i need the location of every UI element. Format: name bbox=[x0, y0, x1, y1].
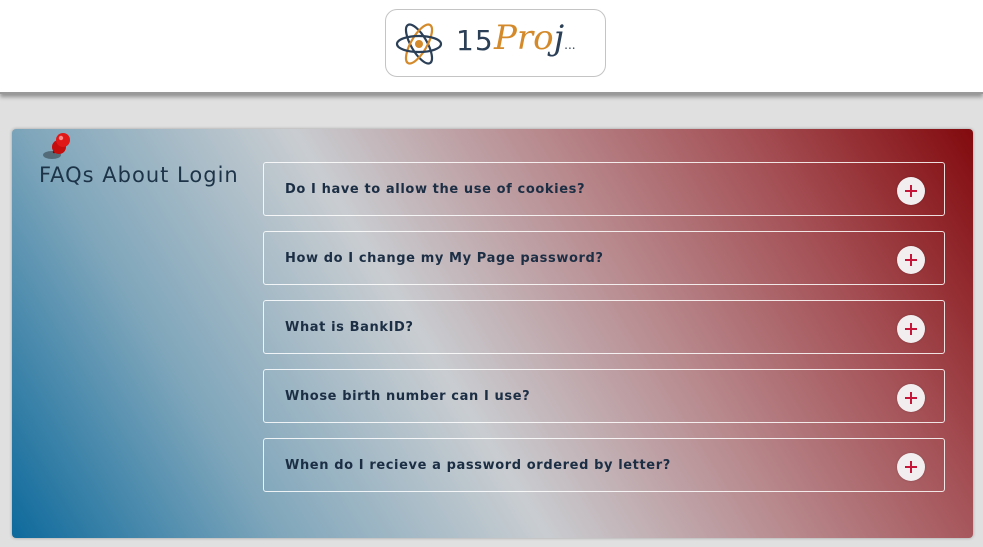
faq-item-birth-number[interactable]: Whose birth number can I use? bbox=[263, 369, 945, 423]
faq-item-cookies[interactable]: Do I have to allow the use of cookies? bbox=[263, 162, 945, 216]
faq-item-change-password[interactable]: How do I change my My Page password? bbox=[263, 231, 945, 285]
faq-card: FAQs About Login Do I have to allow the … bbox=[12, 129, 973, 538]
brand-suffix: ... bbox=[564, 38, 576, 52]
brand-logo[interactable]: 15 Proj... bbox=[385, 9, 606, 77]
brand-word-part2: j bbox=[553, 18, 565, 58]
plus-icon[interactable] bbox=[897, 453, 925, 481]
atom-icon bbox=[395, 23, 443, 65]
plus-icon[interactable] bbox=[897, 177, 925, 205]
faq-question: Do I have to allow the use of cookies? bbox=[285, 182, 586, 197]
faq-question: Whose birth number can I use? bbox=[285, 389, 531, 404]
faq-item-password-letter[interactable]: When do I recieve a password ordered by … bbox=[263, 438, 945, 492]
faq-question: When do I recieve a password ordered by … bbox=[285, 458, 671, 473]
faq-question: What is BankID? bbox=[285, 320, 414, 335]
faq-question: How do I change my My Page password? bbox=[285, 251, 604, 266]
faq-item-bankid[interactable]: What is BankID? bbox=[263, 300, 945, 354]
brand-word-part1: Pro bbox=[494, 18, 554, 58]
plus-icon[interactable] bbox=[897, 315, 925, 343]
pushpin-icon bbox=[43, 133, 70, 159]
brand-word: Proj... bbox=[494, 18, 576, 58]
plus-icon[interactable] bbox=[897, 384, 925, 412]
brand-number: 15 bbox=[456, 24, 494, 57]
faq-title: FAQs About Login bbox=[39, 163, 239, 187]
plus-icon[interactable] bbox=[897, 246, 925, 274]
site-header: 15 Proj... bbox=[0, 0, 983, 94]
